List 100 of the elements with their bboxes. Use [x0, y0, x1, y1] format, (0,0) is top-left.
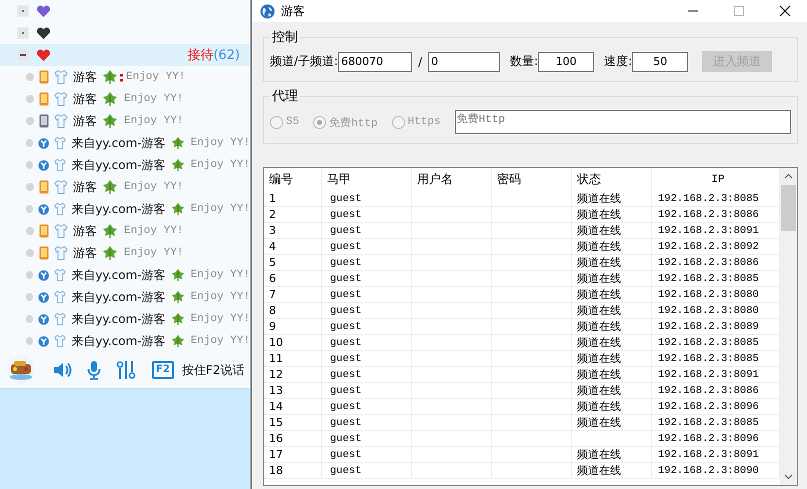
status-dot: [26, 249, 34, 257]
shirt-icon: [53, 245, 69, 261]
shirt-icon: [53, 289, 68, 305]
user-name[interactable]: 来自yy.com-游客: [71, 332, 166, 350]
field-label: 频道/子频道:: [270, 53, 338, 70]
table-cell: guest: [322, 207, 412, 223]
status-dot: [26, 117, 34, 125]
leaf-icon: [170, 135, 185, 151]
leaf-icon: [102, 91, 118, 107]
key-icon[interactable]: F2: [152, 361, 174, 379]
leaf-icon: [170, 201, 185, 217]
user-signature: Enjoy YY!: [124, 181, 184, 193]
user-name[interactable]: 来自yy.com-游客: [71, 134, 166, 152]
table-cell: guest: [322, 287, 412, 303]
column-header[interactable]: 密码: [492, 168, 572, 191]
count-field[interactable]: 100: [538, 52, 594, 72]
proxy-field[interactable]: 免费Http: [454, 110, 791, 134]
expander-icon[interactable]: [17, 27, 29, 39]
column-header[interactable]: 编号: [264, 168, 322, 191]
leaf-icon: [102, 113, 118, 129]
table-cell: 频道在线: [572, 383, 652, 399]
user-name[interactable]: 游客: [73, 244, 97, 262]
user-name[interactable]: 游客: [73, 222, 97, 240]
table-cell: guest: [322, 271, 412, 287]
group-row[interactable]: 接待(62): [0, 44, 250, 66]
table-cell: 14: [264, 399, 322, 415]
phone-icon: [39, 70, 49, 84]
microphone-icon[interactable]: [86, 360, 102, 380]
scrollbar[interactable]: [780, 168, 797, 485]
phone-icon: [39, 180, 49, 194]
typing-mark-icon: [120, 72, 123, 82]
globe-icon: [260, 4, 275, 18]
status-dot: [26, 337, 33, 345]
table-cell: guest: [322, 191, 412, 207]
table-cell: 频道在线: [572, 191, 652, 207]
table-cell: guest: [322, 303, 412, 319]
table-cell: 9: [264, 319, 322, 335]
table-cell: 12: [264, 367, 322, 383]
scroll-thumb[interactable]: [781, 185, 796, 231]
status-dot: [26, 205, 33, 213]
user-name[interactable]: 来自yy.com-游客: [71, 310, 166, 328]
table-cell: guest: [322, 415, 412, 431]
table-cell: 13: [264, 383, 322, 399]
fork-circle-icon: [38, 158, 50, 172]
expander-icon[interactable]: [17, 5, 29, 17]
leaf-icon: [102, 223, 118, 239]
table-cell: 16: [264, 431, 322, 447]
user-name[interactable]: 来自yy.com-游客: [71, 156, 166, 174]
table-cell: 6: [264, 271, 322, 287]
user-name[interactable]: 来自yy.com-游客: [71, 200, 166, 218]
speaker-icon[interactable]: [52, 360, 72, 380]
table-cell: 频道在线: [572, 415, 652, 431]
channel-field[interactable]: 680070: [338, 52, 412, 72]
table-cell: 频道在线: [572, 255, 652, 271]
group-legend: 代理: [270, 87, 300, 105]
equalizer-icon[interactable]: [116, 360, 136, 380]
table-cell: 3: [264, 223, 322, 239]
shirt-icon: [53, 201, 68, 217]
leaf-icon: [170, 311, 185, 327]
fork-circle-icon: [38, 202, 50, 216]
table-cell: 17: [264, 447, 322, 463]
table-cell: 频道在线: [572, 447, 652, 463]
shirt-icon: [53, 311, 68, 327]
fork-circle-icon: [38, 136, 50, 150]
subchannel-field[interactable]: 0: [428, 52, 500, 72]
column-header[interactable]: 马甲: [322, 168, 412, 191]
shirt-icon: [53, 333, 68, 349]
user-name[interactable]: 来自yy.com-游客: [71, 288, 166, 306]
status-dot: [26, 139, 33, 147]
user-name[interactable]: 游客: [73, 178, 97, 196]
user-signature: Enjoy YY!: [190, 291, 250, 303]
column-header[interactable]: 状态: [572, 168, 652, 191]
fork-circle-icon: [38, 312, 50, 326]
speed-field[interactable]: 50: [632, 52, 688, 72]
user-signature: Enjoy YY!: [124, 115, 184, 127]
table-cell: 15: [264, 415, 322, 431]
shirt-icon: [53, 179, 69, 195]
table-cell: guest: [322, 447, 412, 463]
table-cell: 11: [264, 351, 322, 367]
leaf-icon: [170, 267, 185, 283]
table-cell: guest: [322, 239, 412, 255]
user-name[interactable]: 游客: [73, 112, 97, 130]
status-dot: [26, 95, 34, 103]
user-name[interactable]: 游客: [73, 90, 97, 108]
expander-icon[interactable]: [17, 49, 29, 61]
table-cell: guest: [322, 431, 412, 447]
status-dot: [26, 271, 33, 279]
group-count: (62): [213, 48, 240, 62]
field-label: 速度:: [604, 53, 632, 70]
user-name[interactable]: 来自yy.com-游客: [71, 266, 166, 284]
table-cell: 2: [264, 207, 322, 223]
field-label: 数量:: [510, 53, 538, 70]
shirt-icon: [53, 157, 68, 173]
leaf-icon: [170, 333, 185, 349]
table-cell: guest: [322, 351, 412, 367]
user-signature: Enjoy YY!: [124, 247, 184, 259]
column-header[interactable]: 用户名: [412, 168, 492, 191]
user-name[interactable]: 游客: [73, 68, 97, 86]
shirt-icon: [53, 113, 69, 129]
shirt-icon: [53, 223, 69, 239]
